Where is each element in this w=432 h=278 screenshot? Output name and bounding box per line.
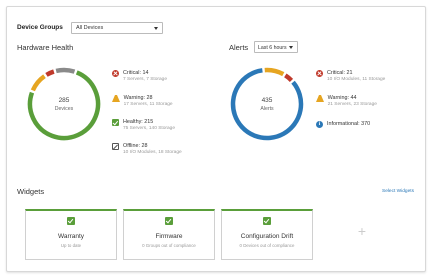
hardware-health-donut[interactable]: 285 Devices [26, 66, 102, 142]
widget-subtitle: 0 Devices out of compliance [239, 243, 295, 248]
select-widgets-link[interactable]: Select Widgets [382, 189, 414, 194]
alerts-title: Alerts [229, 43, 249, 52]
info-icon [316, 121, 323, 128]
widget-title: Firmware [155, 233, 183, 240]
chevron-down-icon [154, 27, 158, 30]
alerts-critical-count: Critical: 21 [327, 70, 353, 76]
alerts-legend-critical[interactable]: Critical: 21 10 I/O Modules, 11 Storage [316, 70, 385, 83]
hh-legend-critical[interactable]: Critical: 14 7 Servers, 7 Storage [112, 70, 167, 83]
hh-critical-detail: 7 Servers, 7 Storage [123, 77, 167, 82]
hh-healthy-detail: 75 Servers, 140 Storage [123, 126, 175, 131]
hh-critical-count: Critical: 14 [123, 70, 149, 76]
device-groups-value: All Devices [76, 25, 104, 31]
check-icon [67, 217, 75, 225]
device-count: 285 [58, 96, 70, 104]
check-icon [263, 217, 271, 225]
hh-offline-count: Offline: 28 [123, 143, 148, 149]
widgets-title: Widgets [17, 187, 45, 196]
alert-count-label: Alerts [260, 105, 274, 112]
hh-legend-healthy[interactable]: Healthy: 215 75 Servers, 140 Storage [112, 119, 175, 132]
alerts-info-count: Informational: 370 [327, 121, 371, 127]
hh-healthy-count: Healthy: 215 [123, 119, 154, 125]
alerts-center: 435 Alerts [229, 66, 305, 142]
widget-warranty[interactable]: Warranty Up to date [25, 209, 117, 260]
hh-offline-detail: 10 I/O Modules, 18 Storage [123, 150, 182, 155]
hardware-health-title: Hardware Health [17, 43, 74, 52]
alerts-legend-informational[interactable]: Informational: 370 [316, 121, 370, 128]
alerts-range-value: Last 6 hours [258, 44, 287, 51]
check-icon [165, 217, 173, 225]
widget-subtitle: 0 Groups out of compliance [142, 243, 196, 248]
device-groups-label: Device Groups [17, 24, 63, 31]
hh-legend-offline[interactable]: Offline: 28 10 I/O Modules, 18 Storage [112, 143, 182, 156]
device-count-label: Devices [54, 105, 74, 112]
hh-legend-warning[interactable]: Warning: 28 17 Servers, 11 Storage [112, 95, 173, 108]
healthy-icon [112, 119, 119, 126]
widget-subtitle: Up to date [60, 243, 82, 248]
offline-icon [112, 143, 119, 150]
chevron-down-icon [289, 46, 293, 49]
widget-title: Warranty [57, 233, 85, 240]
alerts-critical-detail: 10 I/O Modules, 11 Storage [327, 77, 386, 82]
hh-warning-detail: 17 Servers, 11 Storage [123, 102, 173, 107]
widget-title: Configuration Drift [240, 233, 294, 240]
critical-icon [316, 70, 323, 77]
hardware-health-center: 285 Devices [26, 66, 102, 142]
alerts-warning-count: Warning: 44 [327, 95, 357, 101]
critical-icon [112, 70, 119, 77]
alerts-donut[interactable]: 435 Alerts [229, 66, 305, 142]
widget-configuration-drift[interactable]: Configuration Drift 0 Devices out of com… [221, 209, 313, 260]
alerts-range-select[interactable]: Last 6 hours [254, 41, 298, 53]
alerts-legend-warning[interactable]: Warning: 44 21 Servers, 23 Storage [316, 95, 377, 108]
device-groups-select[interactable]: All Devices [71, 22, 163, 34]
alert-count: 435 [261, 96, 273, 104]
add-widget-button[interactable]: + [353, 222, 371, 240]
widget-firmware[interactable]: Firmware 0 Groups out of compliance [123, 209, 215, 260]
warning-icon [316, 95, 324, 102]
hh-warning-count: Warning: 28 [123, 95, 153, 101]
alerts-warning-detail: 21 Servers, 23 Storage [327, 102, 377, 107]
warning-icon [112, 95, 120, 102]
